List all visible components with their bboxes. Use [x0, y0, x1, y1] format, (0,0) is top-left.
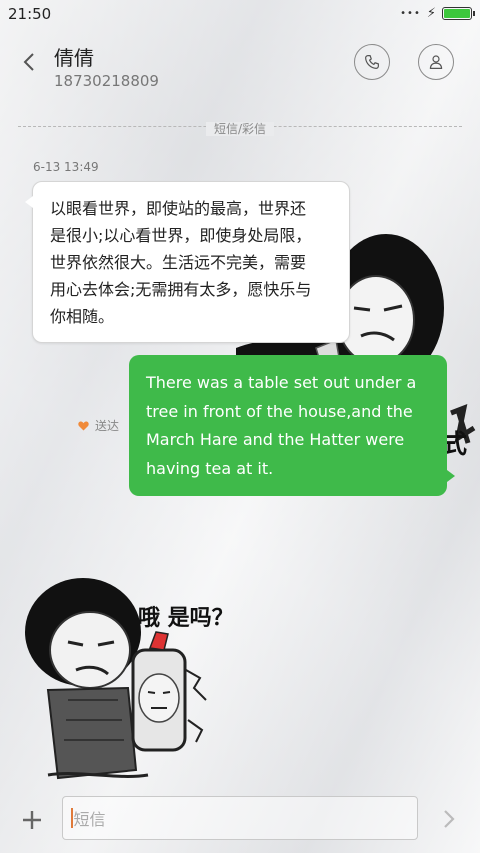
conversation-header: 倩倩 18730218809 [0, 28, 480, 106]
meme-sticker-image-2[interactable]: 哦 是吗？ [18, 570, 258, 788]
outgoing-message-line: There was a table set out under a [146, 373, 417, 392]
contact-name: 倩倩 [54, 46, 94, 70]
status-time: 21:50 [8, 5, 52, 23]
text-caret [71, 808, 73, 828]
notification-dots-icon: ••• [400, 8, 421, 19]
call-button[interactable] [354, 44, 390, 80]
outgoing-message-line: tree in front of the house,and the [146, 401, 413, 421]
incoming-message-line: 世界依然很大。生活远不完美，需要 [50, 253, 307, 272]
incoming-message-bubble[interactable]: 以眼看世界，即使站的最高，世界还 是很小;以心看世界，即使身处局限， 世界依然很… [25, 181, 350, 343]
incoming-message-line: 你相随。 [50, 307, 115, 326]
heart-icon [78, 420, 89, 431]
battery-icon [442, 7, 475, 20]
outgoing-message-line: March Hare and the Hatter were [146, 430, 405, 449]
message-composer: 短信 [0, 792, 480, 853]
phone-icon [365, 55, 379, 69]
incoming-message-line: 用心去体会;无需拥有太多，愿快乐与 [50, 280, 312, 299]
delivery-status-label: 送达 [95, 419, 120, 433]
send-arrow-icon[interactable] [438, 806, 460, 832]
outgoing-message-bubble[interactable]: There was a table set out under a tree i… [129, 355, 455, 496]
charging-icon: ⚡ [426, 6, 436, 21]
message-input-placeholder: 短信 [73, 810, 106, 829]
channel-label-wrap: 短信/彩信 [0, 118, 480, 137]
incoming-message-line: 以眼看世界，即使站的最高，世界还 [50, 199, 307, 218]
contact-profile-button[interactable] [418, 44, 454, 80]
contact-number: 18730218809 [54, 72, 159, 90]
battery-level [444, 9, 470, 18]
status-bar: 21:50 ••• ⚡ [0, 0, 480, 28]
message-input[interactable]: 短信 [62, 796, 418, 840]
sticker2-caption: 哦 是吗？ [138, 606, 234, 631]
back-arrow-icon[interactable] [18, 50, 42, 74]
message-timestamp: 6-13 13:49 [33, 160, 99, 174]
incoming-message-line: 是很小;以心看世界，即使身处局限， [50, 226, 312, 245]
outgoing-message-line: having tea at it. [146, 458, 274, 478]
status-icons: ••• ⚡ [400, 6, 475, 21]
profile-icon [429, 55, 443, 69]
delivery-status: 送达 [78, 417, 119, 434]
channel-label: 短信/彩信 [205, 122, 275, 136]
plus-icon[interactable] [20, 808, 44, 832]
